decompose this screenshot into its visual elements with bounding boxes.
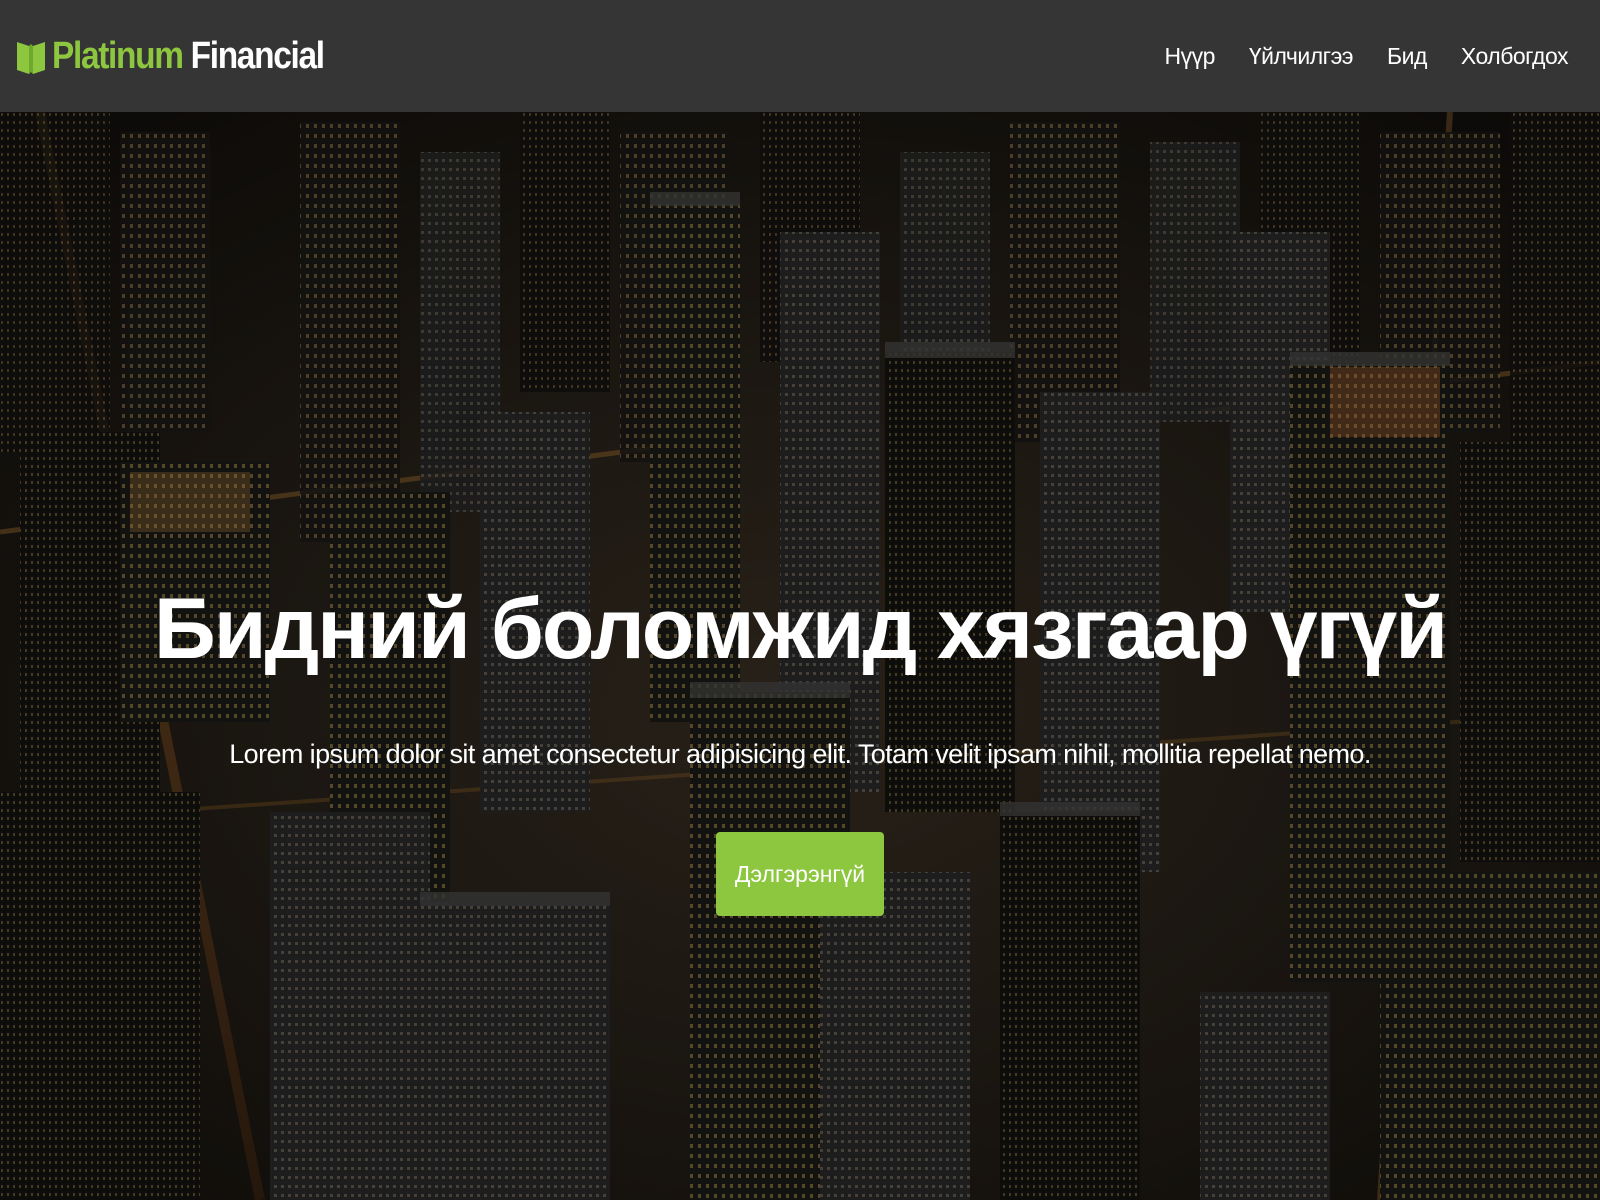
hero-subtitle: Lorem ipsum dolor sit amet consectetur a…	[229, 738, 1371, 769]
nav-link-home[interactable]: Нүүр	[1164, 43, 1215, 70]
hero-section: Бидний боломжид хязгаар үгүй Lorem ipsum…	[0, 112, 1600, 1200]
book-icon	[17, 42, 45, 74]
navbar: Platinum Financial Нүүр Үйлчилгээ Бид Хо…	[0, 0, 1600, 112]
main-nav: Нүүр Үйлчилгээ Бид Холбогдох	[1164, 43, 1568, 70]
nav-link-about[interactable]: Бид	[1387, 43, 1427, 70]
read-more-button[interactable]: Дэлгэрэнгүй	[716, 831, 884, 916]
brand-name-primary: Platinum	[52, 34, 184, 77]
brand-logo-link[interactable]: Platinum Financial	[16, 35, 361, 78]
hero-content: Бидний боломжид хязгаар үгүй Lorem ipsum…	[0, 582, 1600, 916]
hero-title: Бидний боломжид хязгаар үгүй	[153, 581, 1448, 677]
brand-name: Platinum Financial	[52, 34, 325, 78]
nav-link-contact[interactable]: Холбогдох	[1461, 43, 1569, 70]
brand-name-secondary: Financial	[190, 34, 325, 77]
nav-link-services[interactable]: Үйлчилгээ	[1249, 43, 1354, 70]
